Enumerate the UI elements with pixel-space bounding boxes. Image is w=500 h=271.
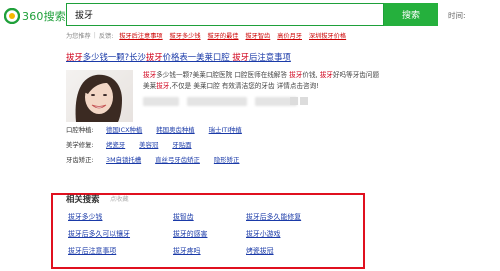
info-row-aesthetic: 美学修复: 烤瓷牙 美容冠 牙贴面 [66, 140, 206, 149]
suggestion-separator: | [93, 31, 96, 39]
blur-block [290, 97, 298, 105]
related-search-title: 相关搜索 [66, 194, 100, 204]
info-row-link[interactable]: 3M自锁托槽 [106, 155, 141, 164]
suggestion-row: 为您推荐 | 反馈: 拔牙后注意事项 拔牙多少钱 拔牙的最佳 拔牙智齿 高价月牙… [66, 29, 353, 41]
blur-block [143, 97, 179, 106]
related-search-subtitle: 点收藏 [110, 196, 129, 203]
info-row-implant: 口腔种植: 德国ICX种植 韩国奥齿种植 瑞士ITI种植 [66, 125, 256, 134]
snippet-highlight: 拔牙 [156, 82, 170, 90]
related-link[interactable]: 拔牙后多久能修复 [246, 211, 301, 221]
info-row-link[interactable]: 直丝弓牙齿矫正 [155, 155, 200, 164]
top-bar: 360搜索 拔牙 搜索 时间: [0, 0, 500, 32]
info-row-link[interactable]: 隐形矫正 [214, 155, 240, 164]
time-filter[interactable]: 时间: [448, 10, 466, 21]
info-row-label: 牙齿矫正: [66, 156, 94, 164]
related-link[interactable]: 烤瓷拔冠 [246, 245, 274, 255]
result-thumbnail[interactable] [66, 70, 133, 122]
result-snippet: 拔牙多少钱一颗?美莱口腔医院 口腔医师在线解答 拔牙价钱, 拔牙好吗等牙齿问题 … [143, 70, 383, 92]
related-link[interactable]: 拔牙多少钱 [68, 211, 102, 221]
suggestion-link[interactable]: 拔牙多少钱 [170, 31, 201, 40]
suggestion-link[interactable]: 高价月牙 [277, 31, 302, 40]
related-link[interactable]: 拔牙的感害 [173, 228, 207, 238]
info-row-link[interactable]: 瑞士ITI种植 [209, 125, 242, 134]
info-row-link[interactable]: 德国ICX种植 [106, 125, 142, 134]
title-highlight: 拔牙 [66, 52, 83, 62]
title-highlight: 拔牙 [145, 52, 163, 62]
related-link[interactable]: 拔牙后注意事项 [68, 245, 116, 255]
result-title-link[interactable]: 拔牙多少钱一颗?长沙拔牙价格表一美莱口腔 拔牙后注意事项 [66, 51, 291, 63]
logo-text: 360搜索 [22, 10, 66, 23]
title-highlight: 拔牙 [232, 52, 249, 62]
info-row-link[interactable]: 韩国奥齿种植 [156, 125, 194, 134]
360-logo-icon [4, 8, 20, 24]
info-row-link[interactable]: 美容冠 [139, 140, 158, 149]
info-row-orthodontic: 牙齿矫正: 3M自锁托槽 直丝弓牙齿矫正 隐形矫正 [66, 155, 253, 164]
title-text: 后注意事项 [249, 52, 291, 62]
smiling-woman-photo-icon [75, 74, 122, 122]
suggestion-link[interactable]: 拔牙智齿 [246, 31, 271, 40]
snippet-highlight: 拔牙 [289, 71, 303, 79]
snippet-text: ,不仅是 美莱口腔 有效清洁您的牙齿 详情点击咨询! [169, 82, 319, 90]
related-link[interactable]: 拔牙后多久可以镶牙 [68, 228, 130, 238]
title-text: 价格表一美莱口腔 [162, 52, 233, 62]
search-input[interactable]: 拔牙 [66, 3, 384, 26]
info-row-label: 美学修复: [66, 141, 94, 149]
related-link[interactable]: 拔智齿 [173, 211, 194, 221]
info-row-link[interactable]: 烤瓷牙 [106, 140, 125, 149]
snippet-text: 价钱, [302, 71, 320, 79]
logo[interactable]: 360搜索 [4, 6, 66, 26]
related-link[interactable]: 拔牙疼吗 [173, 245, 201, 255]
blur-block [187, 97, 248, 106]
blurred-url-line [143, 97, 383, 107]
suggestion-feedback[interactable]: 反馈: [99, 31, 113, 40]
title-text: 多少钱一颗?长沙 [82, 52, 146, 62]
related-link[interactable]: 拔牙小游戏 [246, 228, 280, 238]
snippet-highlight: 拔牙 [143, 71, 157, 79]
suggestion-prefix: 为您推荐 [66, 32, 91, 40]
suggestion-link[interactable]: 拔牙后注意事项 [119, 31, 162, 40]
info-row-link[interactable]: 牙贴面 [172, 140, 191, 149]
search-button[interactable]: 搜索 [384, 3, 438, 26]
blur-block [300, 97, 308, 105]
suggestion-link[interactable]: 拔牙的最佳 [208, 31, 239, 40]
snippet-text: 多少钱一颗?美莱口腔医院 口腔医师在线解答 [156, 71, 290, 79]
suggestion-link[interactable]: 深圳拔牙价格 [309, 31, 346, 40]
info-row-label: 口腔种植: [66, 126, 94, 134]
snippet-highlight: 拔牙 [319, 71, 333, 79]
